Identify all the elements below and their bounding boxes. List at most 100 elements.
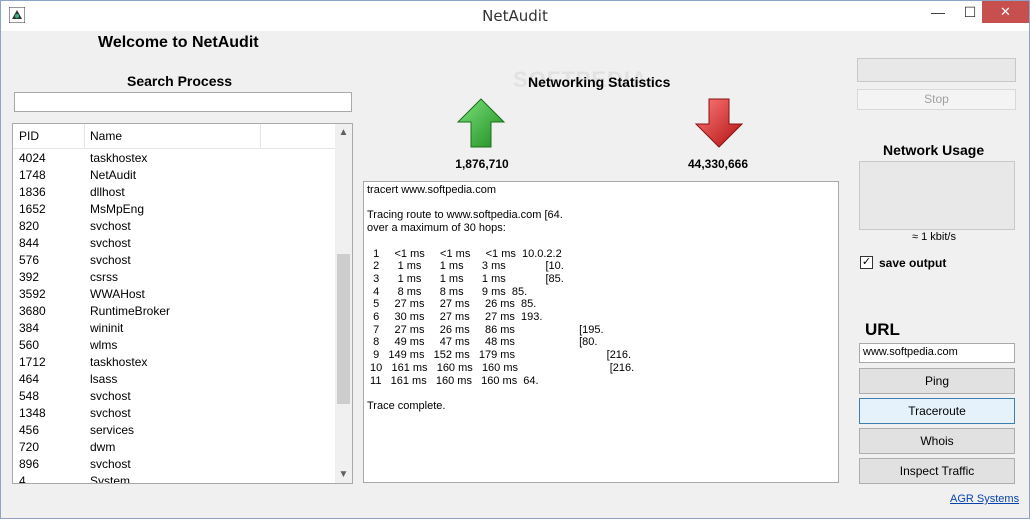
name-cell: wlms: [90, 338, 118, 352]
pid-cell: 576: [19, 253, 40, 267]
table-row[interactable]: 3592 WWAHost: [13, 285, 336, 302]
pid-cell: 720: [19, 440, 40, 454]
process-list[interactable]: PID Name 4024 taskhostex 1748 NetAudit 1836 d…: [12, 123, 353, 484]
upload-arrow-icon: [456, 98, 506, 148]
table-row[interactable]: 464 lsass: [13, 370, 336, 387]
welcome-heading: Welcome to NetAudit: [98, 34, 259, 51]
stop-button[interactable]: Stop: [857, 89, 1016, 110]
url-label: URL: [865, 320, 900, 339]
name-cell: svchost: [90, 457, 131, 471]
name-cell: WWAHost: [90, 287, 145, 301]
pid-cell: 1348: [19, 406, 46, 420]
name-cell: RuntimeBroker: [90, 304, 171, 318]
download-bytes: 44,330,666: [687, 157, 749, 171]
table-row[interactable]: 1748 NetAudit: [13, 166, 336, 183]
table-row[interactable]: 456 services: [13, 421, 336, 438]
table-row[interactable]: 1652 MsMpEng: [13, 200, 336, 217]
name-cell: lsass: [90, 372, 118, 386]
pid-cell: 464: [19, 372, 40, 386]
search-input[interactable]: [14, 92, 352, 112]
url-input[interactable]: www.softpedia.com: [859, 343, 1015, 363]
scroll-down-icon[interactable]: ▼: [335, 466, 352, 483]
pid-column-header[interactable]: PID: [19, 129, 39, 143]
name-cell: svchost: [90, 253, 131, 267]
pid-cell: 820: [19, 219, 40, 233]
name-cell: MsMpEng: [90, 202, 145, 216]
network-usage-label: Network Usage: [883, 142, 985, 158]
networking-statistics-label: Networking Statistics: [528, 74, 671, 90]
inspect-traffic-button[interactable]: Inspect Traffic: [859, 458, 1015, 484]
search-process-label: Search Process: [127, 73, 233, 89]
minimize-button[interactable]: —: [921, 1, 955, 23]
title-bar: NetAudit — ☐ ✕: [1, 1, 1029, 31]
pid-cell: 3592: [19, 287, 46, 301]
pid-cell: 1748: [19, 168, 46, 182]
whois-button[interactable]: Whois: [859, 428, 1015, 454]
app-window: NetAudit — ☐ ✕ Welcome to NetAudit Searc…: [0, 0, 1030, 519]
table-row[interactable]: 4 System: [13, 472, 336, 484]
table-row[interactable]: 1836 dllhost: [13, 183, 336, 200]
download-arrow-icon: [694, 98, 744, 148]
name-cell: wininit: [90, 321, 124, 335]
close-button[interactable]: ✕: [982, 1, 1029, 23]
name-cell: csrss: [90, 270, 118, 284]
pid-cell: 1652: [19, 202, 46, 216]
name-cell: services: [90, 423, 135, 437]
pid-cell: 896: [19, 457, 40, 471]
name-cell: dllhost: [90, 185, 125, 199]
table-row[interactable]: 384 wininit: [13, 319, 336, 336]
window-title: NetAudit: [482, 7, 548, 25]
table-row[interactable]: 4024 taskhostex: [13, 149, 336, 166]
name-cell: svchost: [90, 389, 131, 403]
table-row[interactable]: 576 svchost: [13, 251, 336, 268]
pid-cell: 384: [19, 321, 40, 335]
pid-cell: 392: [19, 270, 40, 284]
name-column-header[interactable]: Name: [90, 129, 122, 143]
save-output-checkbox[interactable]: ✓: [860, 256, 873, 269]
output-console[interactable]: tracert www.softpedia.com Tracing route …: [363, 181, 839, 483]
process-rows: 4024 taskhostex 1748 NetAudit 1836 dllhost 165…: [13, 149, 336, 484]
pid-cell: 1836: [19, 185, 46, 199]
table-row[interactable]: 392 csrss: [13, 268, 336, 285]
name-cell: System: [90, 474, 131, 484]
name-cell: dwm: [90, 440, 116, 454]
network-usage-value: ≈ 1 kbit/s: [912, 231, 956, 243]
table-row[interactable]: 1348 svchost: [13, 404, 336, 421]
pid-cell: 1712: [19, 355, 46, 369]
table-row[interactable]: 560 wlms: [13, 336, 336, 353]
agr-systems-link[interactable]: AGR Systems: [950, 493, 1019, 505]
scroll-up-icon[interactable]: ▲: [335, 124, 352, 141]
table-row[interactable]: 844 svchost: [13, 234, 336, 251]
table-row[interactable]: 3680 RuntimeBroker: [13, 302, 336, 319]
column-divider: [84, 124, 85, 148]
scroll-thumb[interactable]: [337, 254, 350, 404]
name-cell: NetAudit: [90, 168, 137, 182]
pid-cell: 844: [19, 236, 40, 250]
name-cell: taskhostex: [90, 151, 148, 165]
pid-cell: 4: [19, 474, 26, 484]
table-row[interactable]: 720 dwm: [13, 438, 336, 455]
name-cell: svchost: [90, 219, 131, 233]
table-row[interactable]: 896 svchost: [13, 455, 336, 472]
ping-button[interactable]: Ping: [859, 368, 1015, 394]
client-area: Welcome to NetAudit Search Process PID N…: [8, 31, 1023, 513]
network-usage-graph: [859, 161, 1015, 230]
pid-cell: 4024: [19, 151, 46, 165]
table-row[interactable]: 548 svchost: [13, 387, 336, 404]
name-cell: svchost: [90, 406, 131, 420]
pid-cell: 548: [19, 389, 40, 403]
upload-bytes: 1,876,710: [455, 157, 509, 171]
process-list-header: PID Name: [13, 124, 336, 149]
name-cell: taskhostex: [90, 355, 148, 369]
pid-cell: 560: [19, 338, 40, 352]
pid-cell: 3680: [19, 304, 46, 318]
table-row[interactable]: 820 svchost: [13, 217, 336, 234]
save-output-label: save output: [879, 256, 947, 270]
name-cell: svchost: [90, 236, 131, 250]
table-row[interactable]: 1712 taskhostex: [13, 353, 336, 370]
column-divider: [260, 124, 261, 148]
traceroute-button[interactable]: Traceroute: [859, 398, 1015, 424]
pid-cell: 456: [19, 423, 40, 437]
status-field: [857, 58, 1016, 82]
process-list-scrollbar[interactable]: ▲ ▼: [335, 124, 352, 483]
